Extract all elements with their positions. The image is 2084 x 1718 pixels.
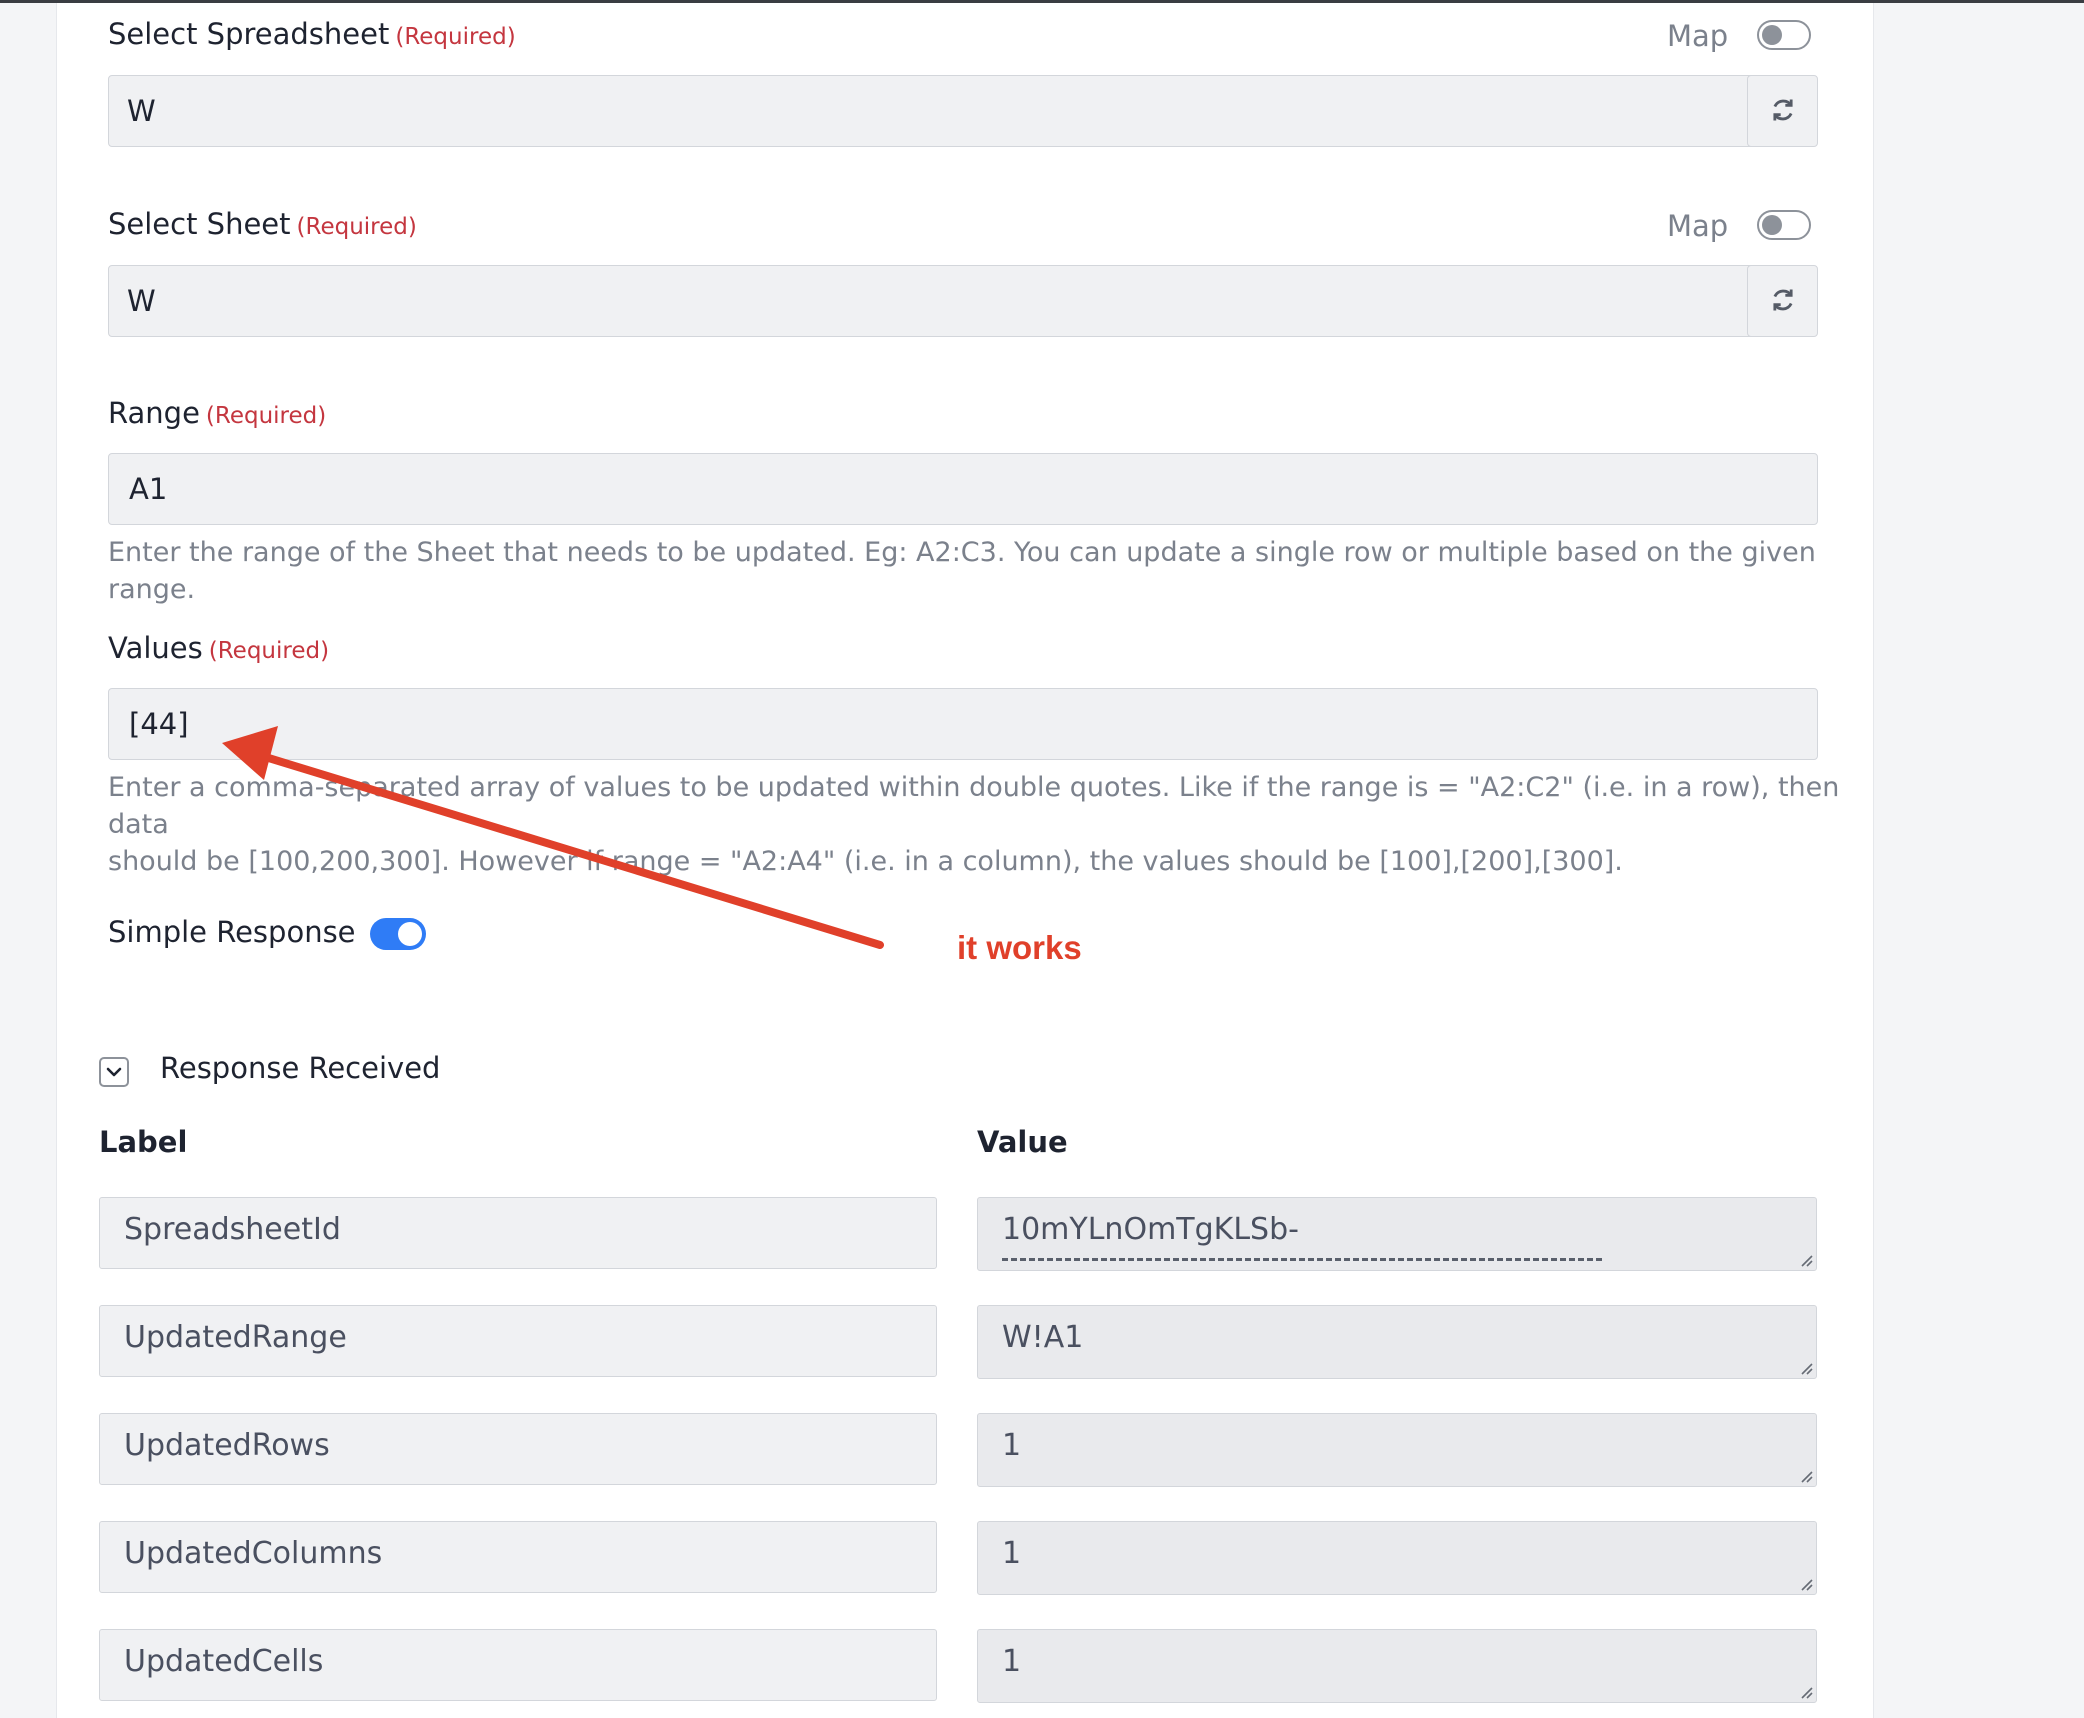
arrow-head [222, 726, 278, 780]
annotation-arrow [222, 726, 884, 949]
arrow-shaft [258, 752, 884, 949]
